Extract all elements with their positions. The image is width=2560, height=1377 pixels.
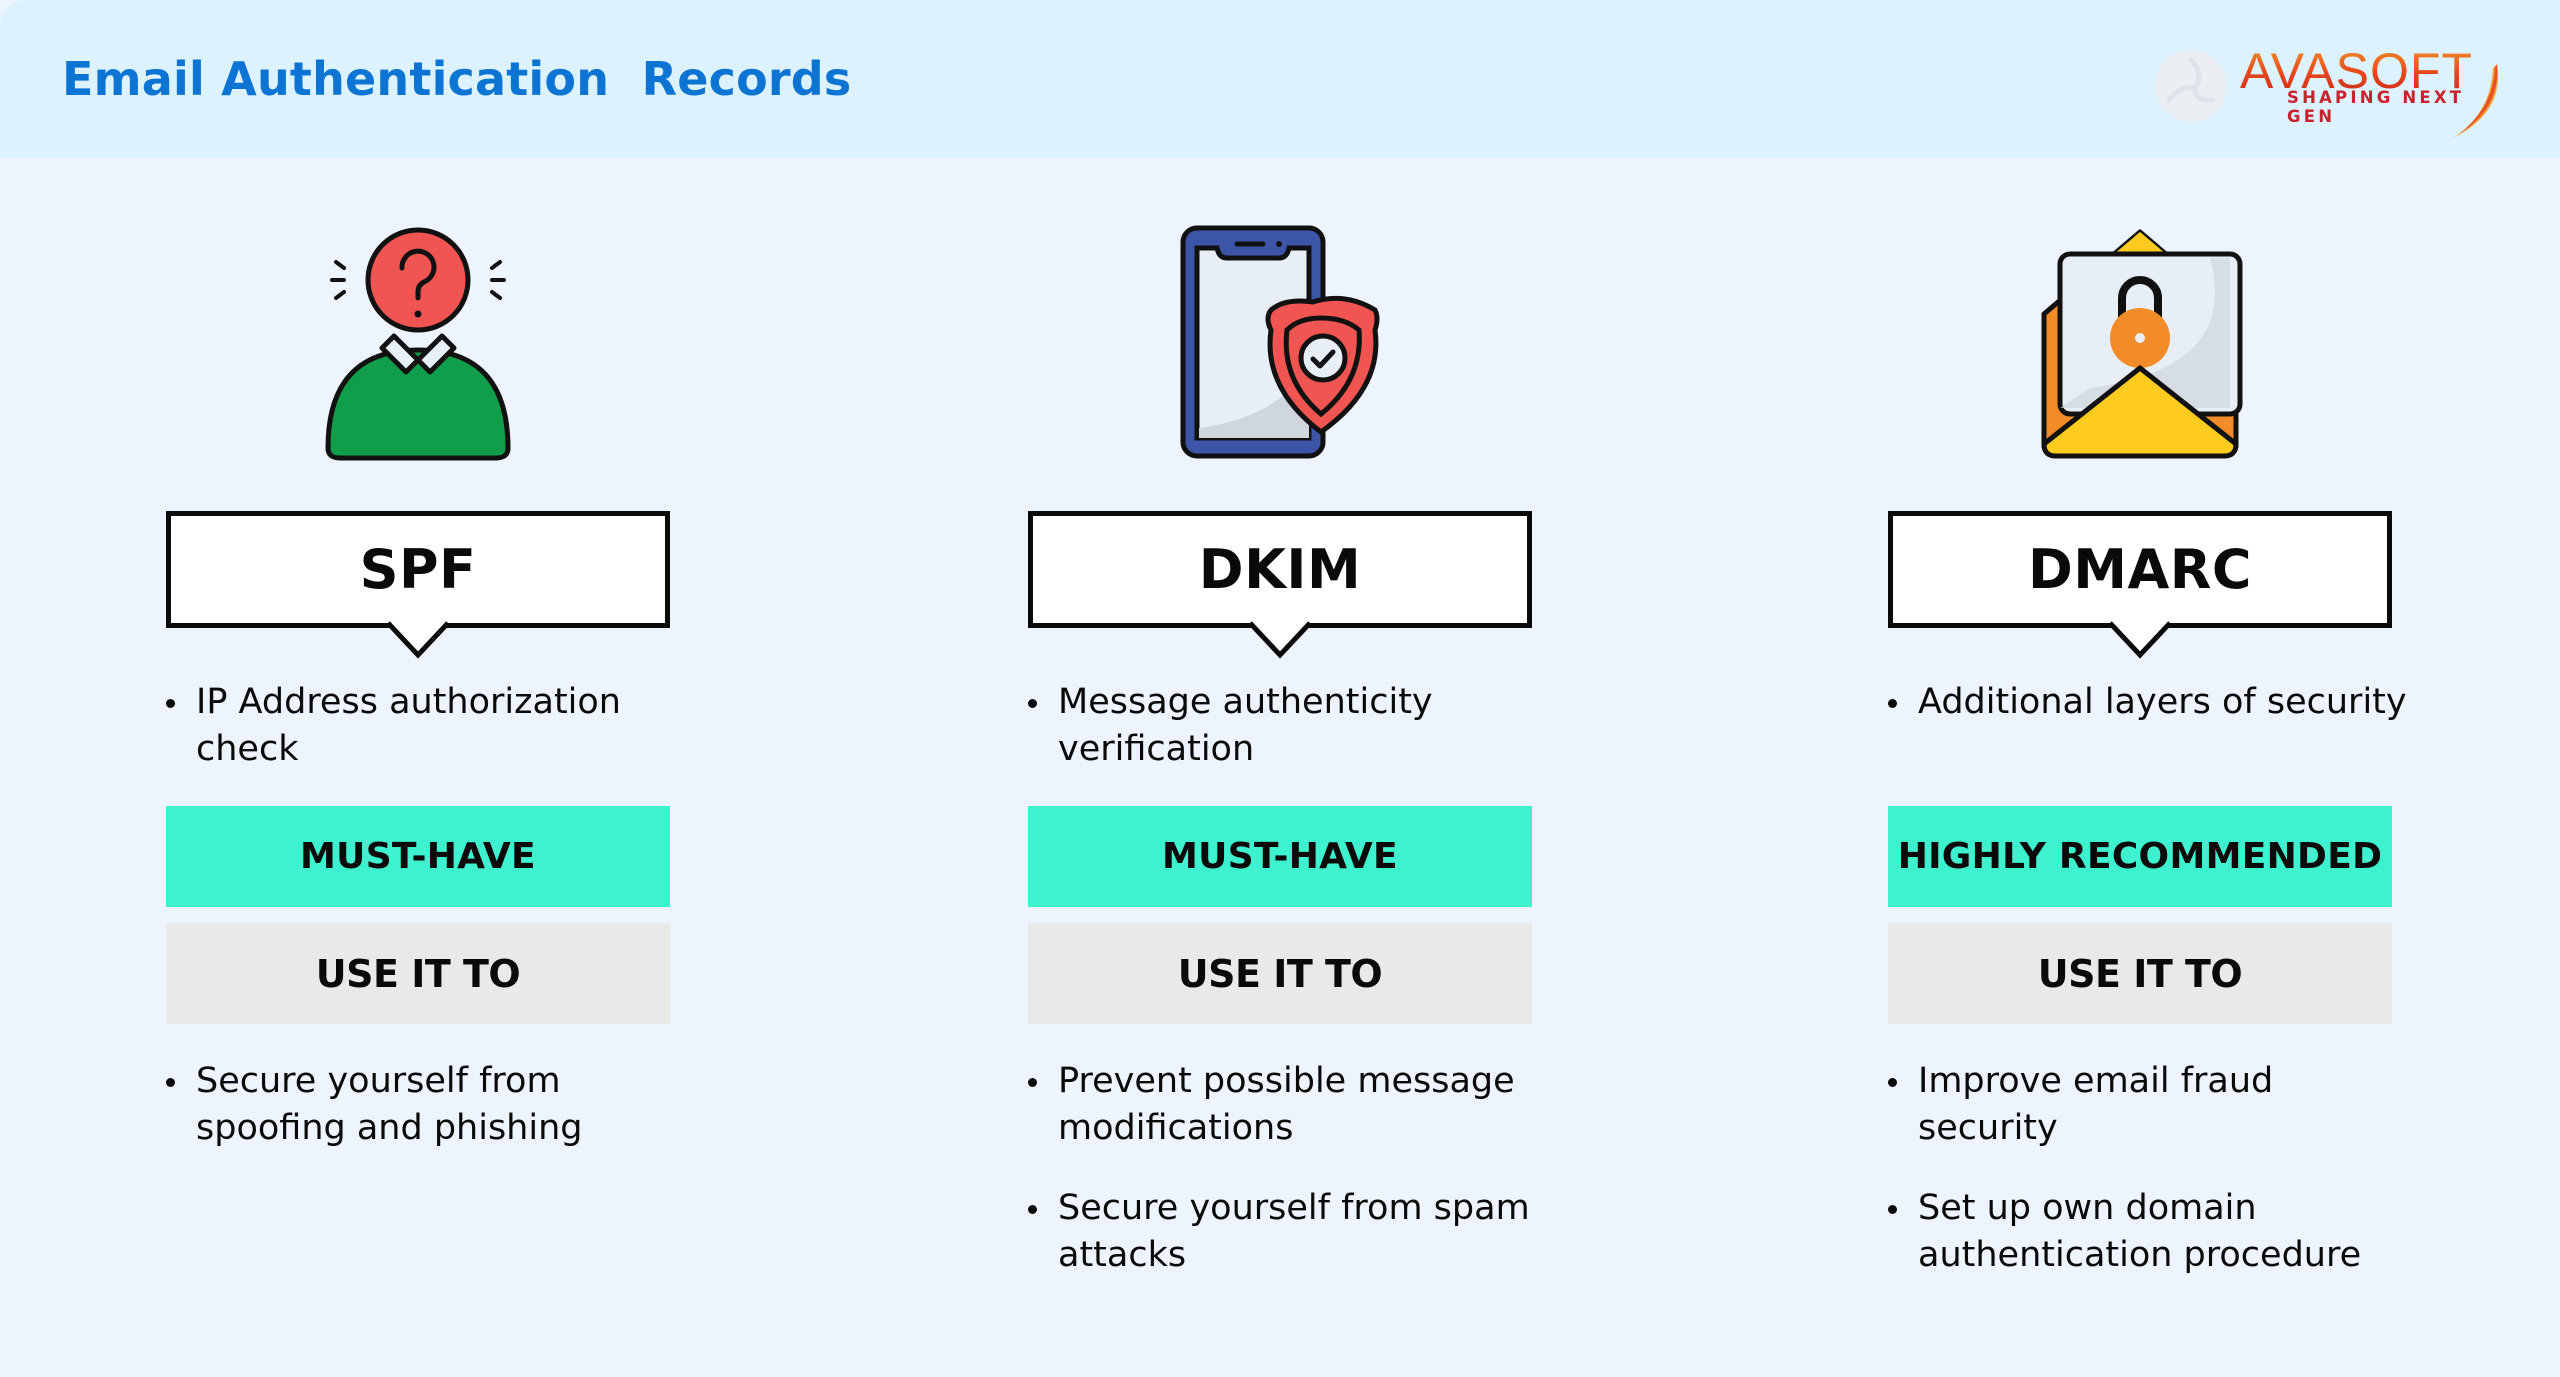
use-it-to-heading: USE IT TO [1888, 923, 2392, 1024]
uses-list: Secure yourself from spoofing and phishi… [166, 1058, 686, 1185]
record-label-box: DMARC [1888, 511, 2392, 628]
priority-badge: MUST-HAVE [166, 806, 670, 907]
person-question-icon [166, 218, 670, 468]
use-item: Improve email fraud security [1888, 1058, 2408, 1152]
description-list: IP Address authorization check [166, 679, 686, 806]
description-item: IP Address authorization check [166, 679, 686, 773]
priority-badge: HIGHLY RECOMMENDED [1888, 806, 2392, 907]
description-list: Message authenticity verification [1028, 679, 1548, 806]
priority-badge: MUST-HAVE [1028, 806, 1532, 907]
infographic-page: Email Authentication Records AVASOFT SHA… [0, 0, 2560, 1377]
record-name: DKIM [1198, 538, 1362, 601]
description-item: Additional layers of security [1888, 679, 2408, 726]
logo-swoosh-icon [2453, 64, 2499, 138]
callout-pointer [2110, 617, 2170, 659]
uses-list: Prevent possible message modifications S… [1028, 1058, 1548, 1312]
use-item: Secure yourself from spoofing and phishi… [166, 1058, 686, 1152]
use-item: Set up own domain authentication procedu… [1888, 1185, 2408, 1279]
column-spf: SPF IP Address authorization check MUST-… [166, 0, 670, 1377]
callout-pointer [388, 617, 448, 659]
record-name: SPF [359, 538, 477, 601]
record-name: DMARC [2027, 538, 2253, 601]
callout-pointer [1250, 617, 1310, 659]
use-item: Prevent possible message modifications [1028, 1058, 1548, 1152]
use-it-to-heading: USE IT TO [1028, 923, 1532, 1024]
uses-list: Improve email fraud security Set up own … [1888, 1058, 2408, 1312]
column-dmarc: DMARC Additional layers of security HIGH… [1888, 0, 2407, 1377]
use-it-to-heading: USE IT TO [166, 923, 670, 1024]
envelope-lock-icon [1888, 218, 2392, 468]
description-list: Additional layers of security [1888, 679, 2408, 759]
phone-shield-check-icon [1028, 218, 1532, 468]
column-dkim: DKIM Message authenticity verification M… [1028, 0, 1532, 1377]
record-label-box: DKIM [1028, 511, 1532, 628]
use-item: Secure yourself from spam attacks [1028, 1185, 1548, 1279]
description-item: Message authenticity verification [1028, 679, 1548, 773]
record-label-box: SPF [166, 511, 670, 628]
